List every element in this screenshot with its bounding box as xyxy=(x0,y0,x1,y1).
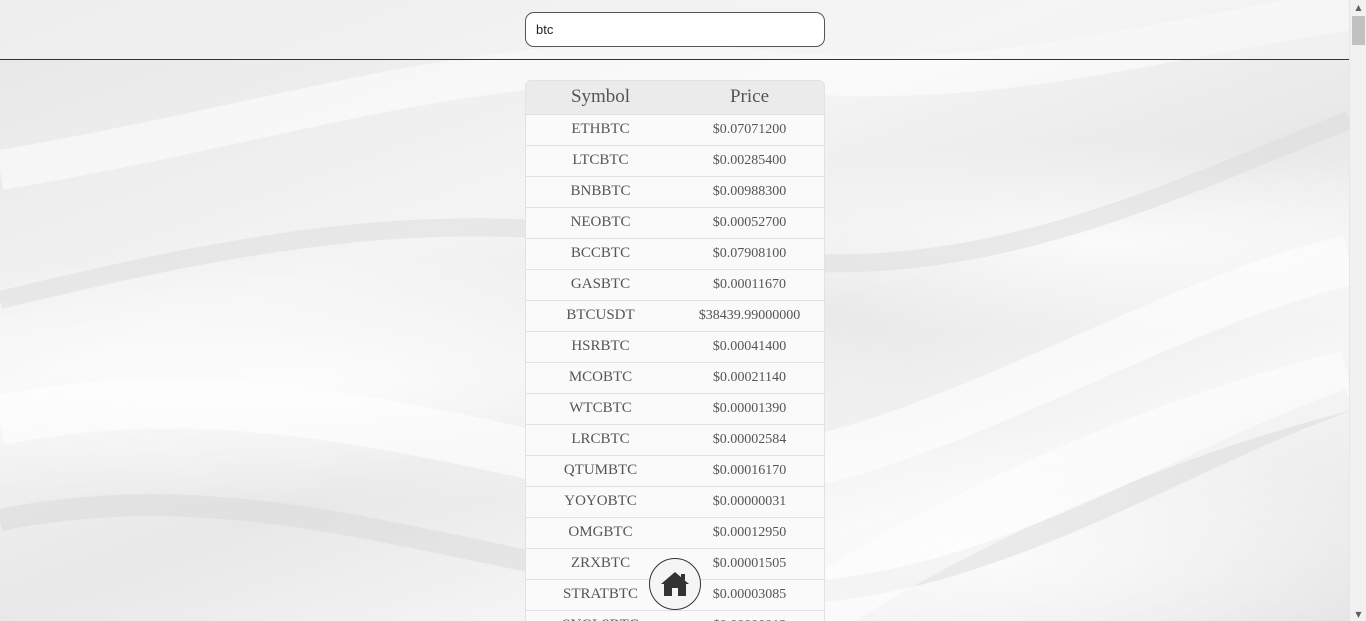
price-cell: $0.00000031 xyxy=(675,486,824,518)
table-row: MCOBTC $0.00021140 xyxy=(526,362,824,394)
symbol-cell: YOYOBTC xyxy=(526,486,675,518)
price-cell: $0.00011670 xyxy=(675,269,824,301)
price-cell: $0.00988300 xyxy=(675,176,824,208)
price-cell: $0.00001390 xyxy=(675,393,824,425)
table-row: HSRBTC $0.00041400 xyxy=(526,331,824,363)
price-table: Symbol Price ETHBTC $0.07071200 LTCBTC $0.0… xyxy=(525,80,825,621)
price-cell: $0.00041400 xyxy=(675,331,824,363)
table-row: GASBTC $0.00011670 xyxy=(526,269,824,301)
symbol-cell: SNGLSBTC xyxy=(526,610,675,621)
table-row: BTCUSDT $38439.99000000 xyxy=(526,300,824,332)
price-cell: $38439.99000000 xyxy=(675,300,824,332)
symbol-cell: GASBTC xyxy=(526,269,675,301)
scroll-thumb[interactable] xyxy=(1352,16,1365,45)
table-row: BCCBTC $0.07908100 xyxy=(526,238,824,270)
symbol-cell: WTCBTC xyxy=(526,393,675,425)
symbol-cell: HSRBTC xyxy=(526,331,675,363)
price-cell: $0.00012950 xyxy=(675,517,824,549)
table-row: LTCBTC $0.00285400 xyxy=(526,145,824,177)
table-row: ETHBTC $0.07071200 xyxy=(526,114,824,146)
price-cell: $0.00021140 xyxy=(675,362,824,394)
price-column-header: Price xyxy=(675,81,824,115)
price-cell: $0.07071200 xyxy=(675,114,824,146)
symbol-cell: BTCUSDT xyxy=(526,300,675,332)
scroll-up-arrow[interactable]: ▲ xyxy=(1350,0,1366,14)
home-button[interactable] xyxy=(649,558,701,610)
symbol-cell: LTCBTC xyxy=(526,145,675,177)
page-scrollbar[interactable]: ▲ ▼ xyxy=(1349,0,1366,621)
table-row: OMGBTC $0.00012950 xyxy=(526,517,824,549)
symbol-cell: NEOBTC xyxy=(526,207,675,239)
scroll-down-arrow[interactable]: ▼ xyxy=(1350,607,1366,621)
symbol-cell: OMGBTC xyxy=(526,517,675,549)
table-row: BNBBTC $0.00988300 xyxy=(526,176,824,208)
table-row: QTUMBTC $0.00016170 xyxy=(526,455,824,487)
symbol-cell: LRCBTC xyxy=(526,424,675,456)
symbol-cell: BCCBTC xyxy=(526,238,675,270)
header-bar: btc xyxy=(0,0,1349,60)
symbol-column-header: Symbol xyxy=(526,81,675,115)
table-row: SNGLSBTC$0.00000013 xyxy=(526,610,824,621)
home-icon xyxy=(661,572,689,596)
symbol-cell: QTUMBTC xyxy=(526,455,675,487)
price-cell: $0.00016170 xyxy=(675,455,824,487)
symbol-cell: BNBBTC xyxy=(526,176,675,208)
table-header-row: Symbol Price xyxy=(526,81,824,115)
table-row: YOYOBTC $0.00000031 xyxy=(526,486,824,518)
table-row: LRCBTC $0.00002584 xyxy=(526,424,824,456)
price-cell: $0.00000013 xyxy=(675,610,824,621)
price-cell: $0.07908100 xyxy=(675,238,824,270)
symbol-cell: ETHBTC xyxy=(526,114,675,146)
table-row: WTCBTC $0.00001390 xyxy=(526,393,824,425)
table-row: NEOBTC $0.00052700 xyxy=(526,207,824,239)
price-cell: $0.00052700 xyxy=(675,207,824,239)
price-cell: $0.00002584 xyxy=(675,424,824,456)
symbol-cell: MCOBTC xyxy=(526,362,675,394)
price-cell: $0.00285400 xyxy=(675,145,824,177)
search-input[interactable]: btc xyxy=(525,12,825,47)
